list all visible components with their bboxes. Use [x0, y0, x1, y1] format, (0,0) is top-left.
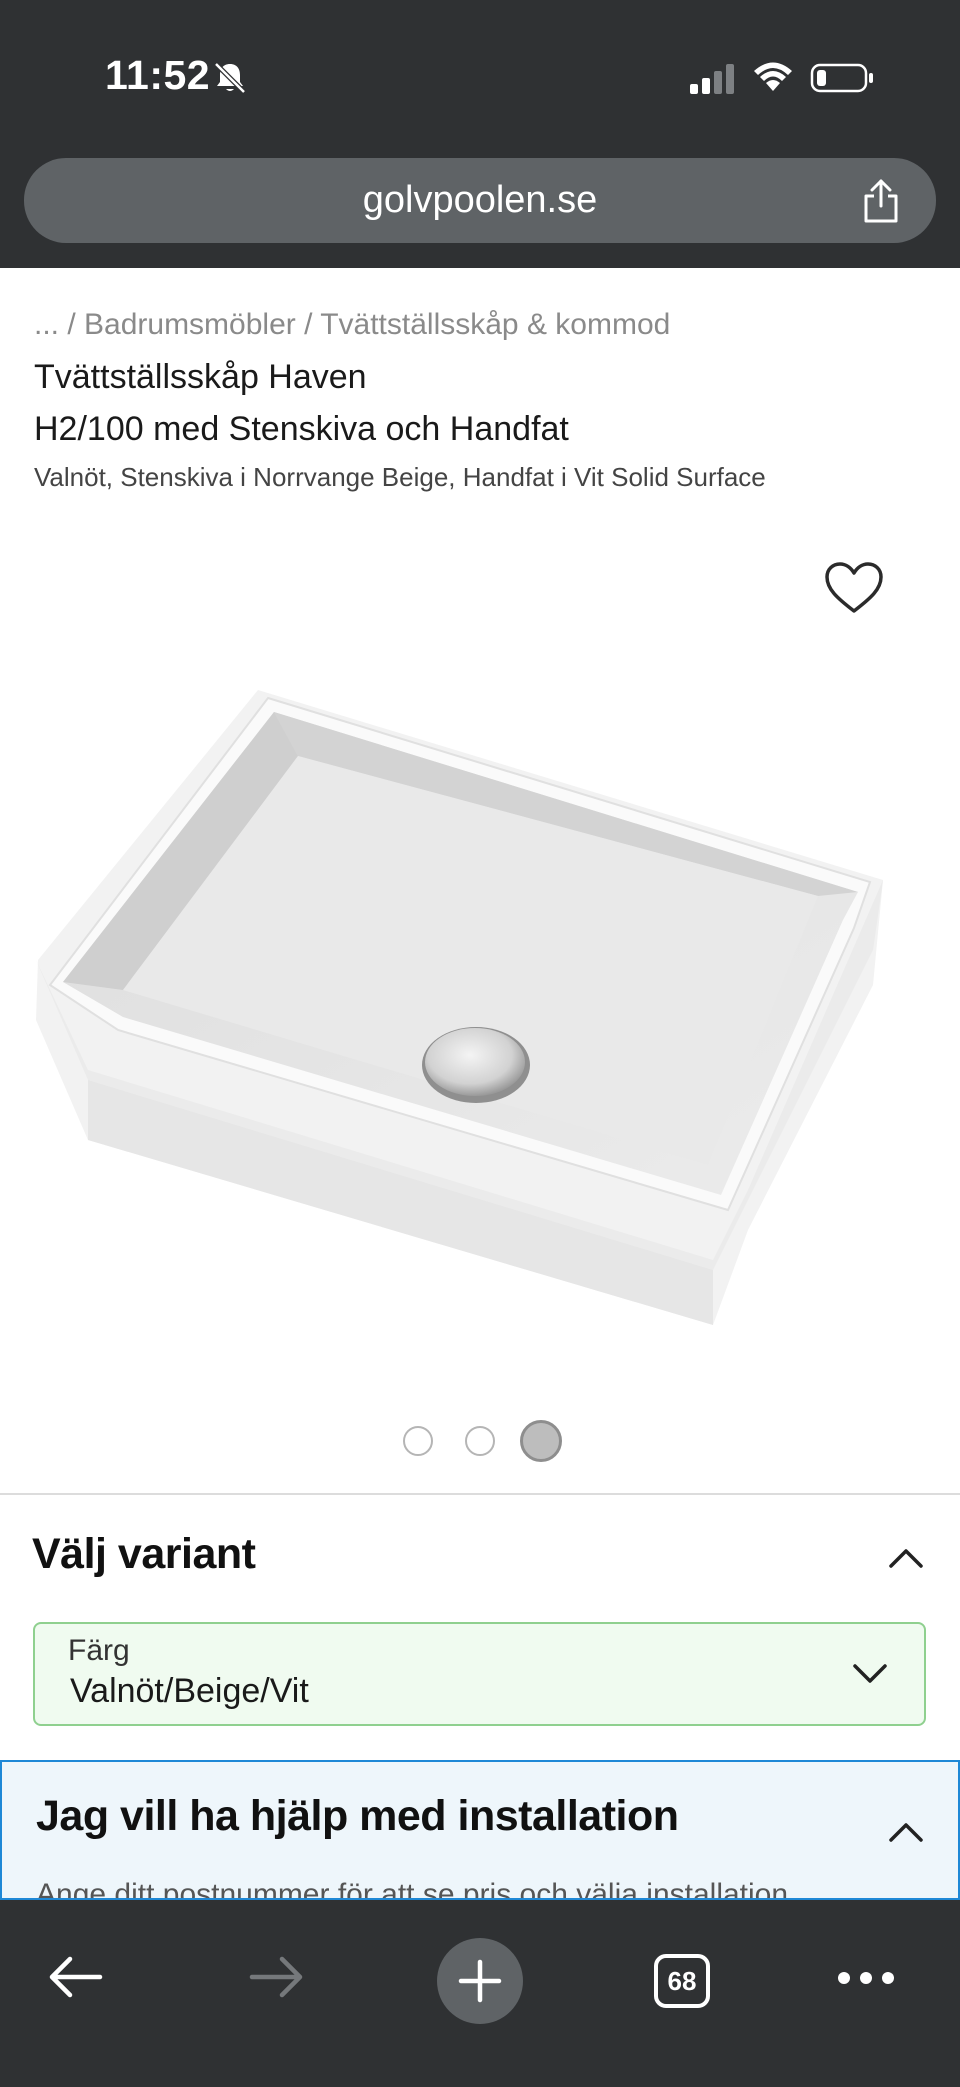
battery-icon [810, 63, 873, 93]
browser-top-chrome: 11:52 golvpoolen.se [0, 0, 960, 268]
browser-bottom-toolbar: 68 [0, 1900, 960, 2087]
installation-panel[interactable]: Jag vill ha hjälp med installation Ange … [0, 1760, 960, 1900]
share-icon[interactable] [860, 178, 902, 224]
url-text[interactable]: golvpoolen.se [24, 158, 936, 243]
section-divider [0, 1493, 960, 1495]
breadcrumb[interactable]: ... / Badrumsmöbler / Tvättställsskåp & … [34, 308, 670, 342]
chevron-up-icon[interactable] [888, 1820, 924, 1844]
wifi-icon [754, 62, 792, 91]
plus-icon [458, 1959, 502, 2003]
url-bar[interactable]: golvpoolen.se [24, 158, 936, 243]
color-select-value[interactable]: Valnöt/Beige/Vit [70, 1672, 309, 1711]
chevron-down-icon[interactable] [852, 1662, 888, 1686]
color-select[interactable]: Färg Valnöt/Beige/Vit [33, 1622, 926, 1726]
product-image[interactable] [28, 660, 898, 1350]
bell-slash-icon [214, 62, 246, 94]
new-tab-button[interactable] [437, 1938, 523, 2024]
signal-icon [690, 64, 734, 94]
variant-heading[interactable]: Välj variant [32, 1530, 256, 1579]
status-time: 11:52 [105, 52, 211, 98]
product-subtitle: Valnöt, Stenskiva i Norrvange Beige, Han… [34, 462, 766, 492]
image-carousel-dots [0, 1418, 960, 1462]
carousel-dot[interactable] [403, 1426, 433, 1456]
installation-heading[interactable]: Jag vill ha hjälp med installation [36, 1792, 679, 1841]
carousel-dot[interactable] [465, 1426, 495, 1456]
product-title-line1: Tvättställsskåp Haven [34, 358, 367, 396]
chevron-up-icon[interactable] [888, 1546, 924, 1570]
product-title-line2: H2/100 med Stenskiva och Handfat [34, 410, 569, 448]
back-arrow-icon[interactable] [46, 1952, 104, 2002]
more-options-icon[interactable] [836, 1966, 896, 1990]
forward-arrow-icon[interactable] [248, 1952, 306, 2002]
color-select-label: Färg [68, 1634, 130, 1667]
tabs-button[interactable]: 68 [654, 1954, 710, 2008]
heart-icon[interactable] [823, 560, 885, 616]
carousel-dot-active[interactable] [520, 1420, 562, 1462]
installation-hint: Ange ditt postnummer för att se pris och… [36, 1878, 789, 1900]
